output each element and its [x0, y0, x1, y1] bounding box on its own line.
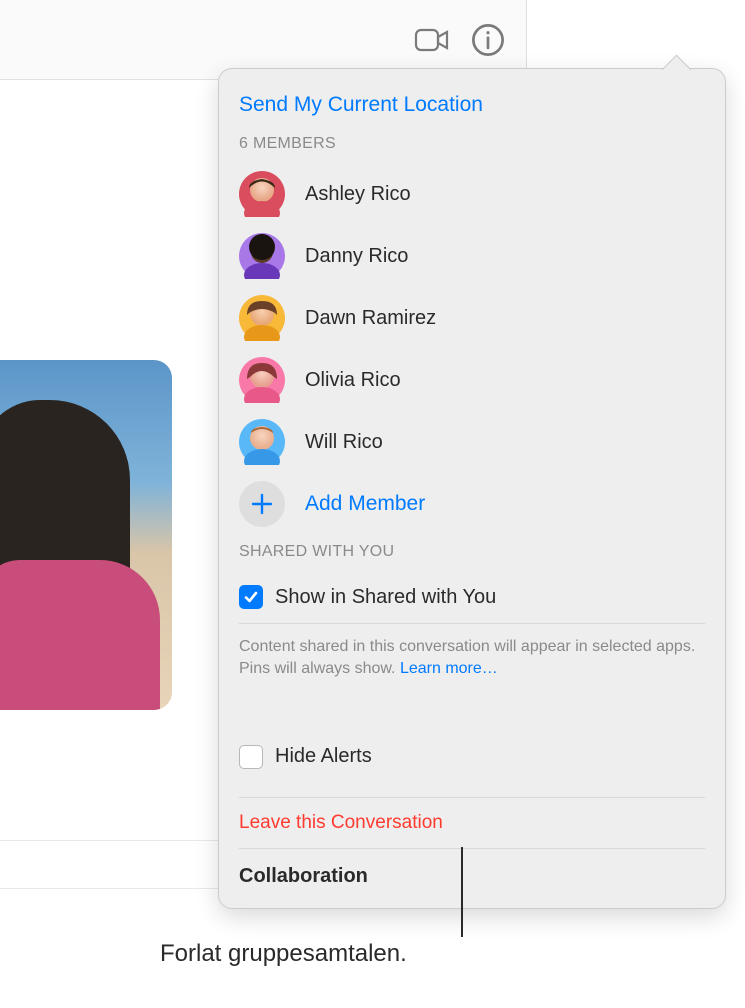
callout-leader-line — [461, 847, 463, 937]
member-name: Will Rico — [305, 431, 383, 454]
show-in-shared-label: Show in Shared with You — [275, 586, 496, 609]
shared-with-you-header: SHARED WITH YOU — [219, 543, 725, 571]
checkbox-unchecked-icon[interactable] — [239, 745, 263, 769]
member-name: Ashley Rico — [305, 183, 411, 206]
member-name: Olivia Rico — [305, 369, 401, 392]
member-name: Dawn Ramirez — [305, 307, 436, 330]
checkbox-checked-icon[interactable] — [239, 585, 263, 609]
leave-conversation-button[interactable]: Leave this Conversation — [219, 798, 725, 848]
member-row[interactable]: Will Rico — [219, 411, 725, 473]
plus-icon — [239, 481, 285, 527]
send-location-button[interactable]: Send My Current Location — [219, 89, 725, 135]
collaboration-section-header[interactable]: Collaboration — [219, 849, 725, 908]
callout-caption: Forlat gruppesamtalen. — [160, 940, 407, 968]
hide-alerts-label: Hide Alerts — [275, 745, 372, 768]
avatar — [239, 295, 285, 341]
add-member-button[interactable]: Add Member — [219, 473, 725, 543]
member-name: Danny Rico — [305, 245, 408, 268]
members-header: 6 MEMBERS — [219, 135, 725, 163]
learn-more-link[interactable]: Learn more… — [400, 660, 498, 677]
member-row[interactable]: Olivia Rico — [219, 349, 725, 411]
conversation-content — [0, 80, 215, 980]
info-icon[interactable] — [470, 22, 506, 58]
hide-alerts-row[interactable]: Hide Alerts — [239, 737, 705, 783]
shared-photo-thumbnail[interactable] — [0, 360, 172, 710]
separator — [0, 840, 220, 841]
avatar — [239, 233, 285, 279]
separator — [0, 888, 220, 889]
shared-help-text: Content shared in this conversation will… — [219, 624, 725, 689]
details-popover: Send My Current Location 6 MEMBERS Ashle… — [218, 68, 726, 909]
avatar — [239, 419, 285, 465]
show-in-shared-row[interactable]: Show in Shared with You — [239, 577, 705, 623]
avatar — [239, 357, 285, 403]
member-row[interactable]: Dawn Ramirez — [219, 287, 725, 349]
member-row[interactable]: Danny Rico — [219, 225, 725, 287]
member-row[interactable]: Ashley Rico — [219, 163, 725, 225]
avatar — [239, 171, 285, 217]
add-member-label: Add Member — [305, 492, 425, 516]
facetime-video-icon[interactable] — [414, 22, 450, 58]
